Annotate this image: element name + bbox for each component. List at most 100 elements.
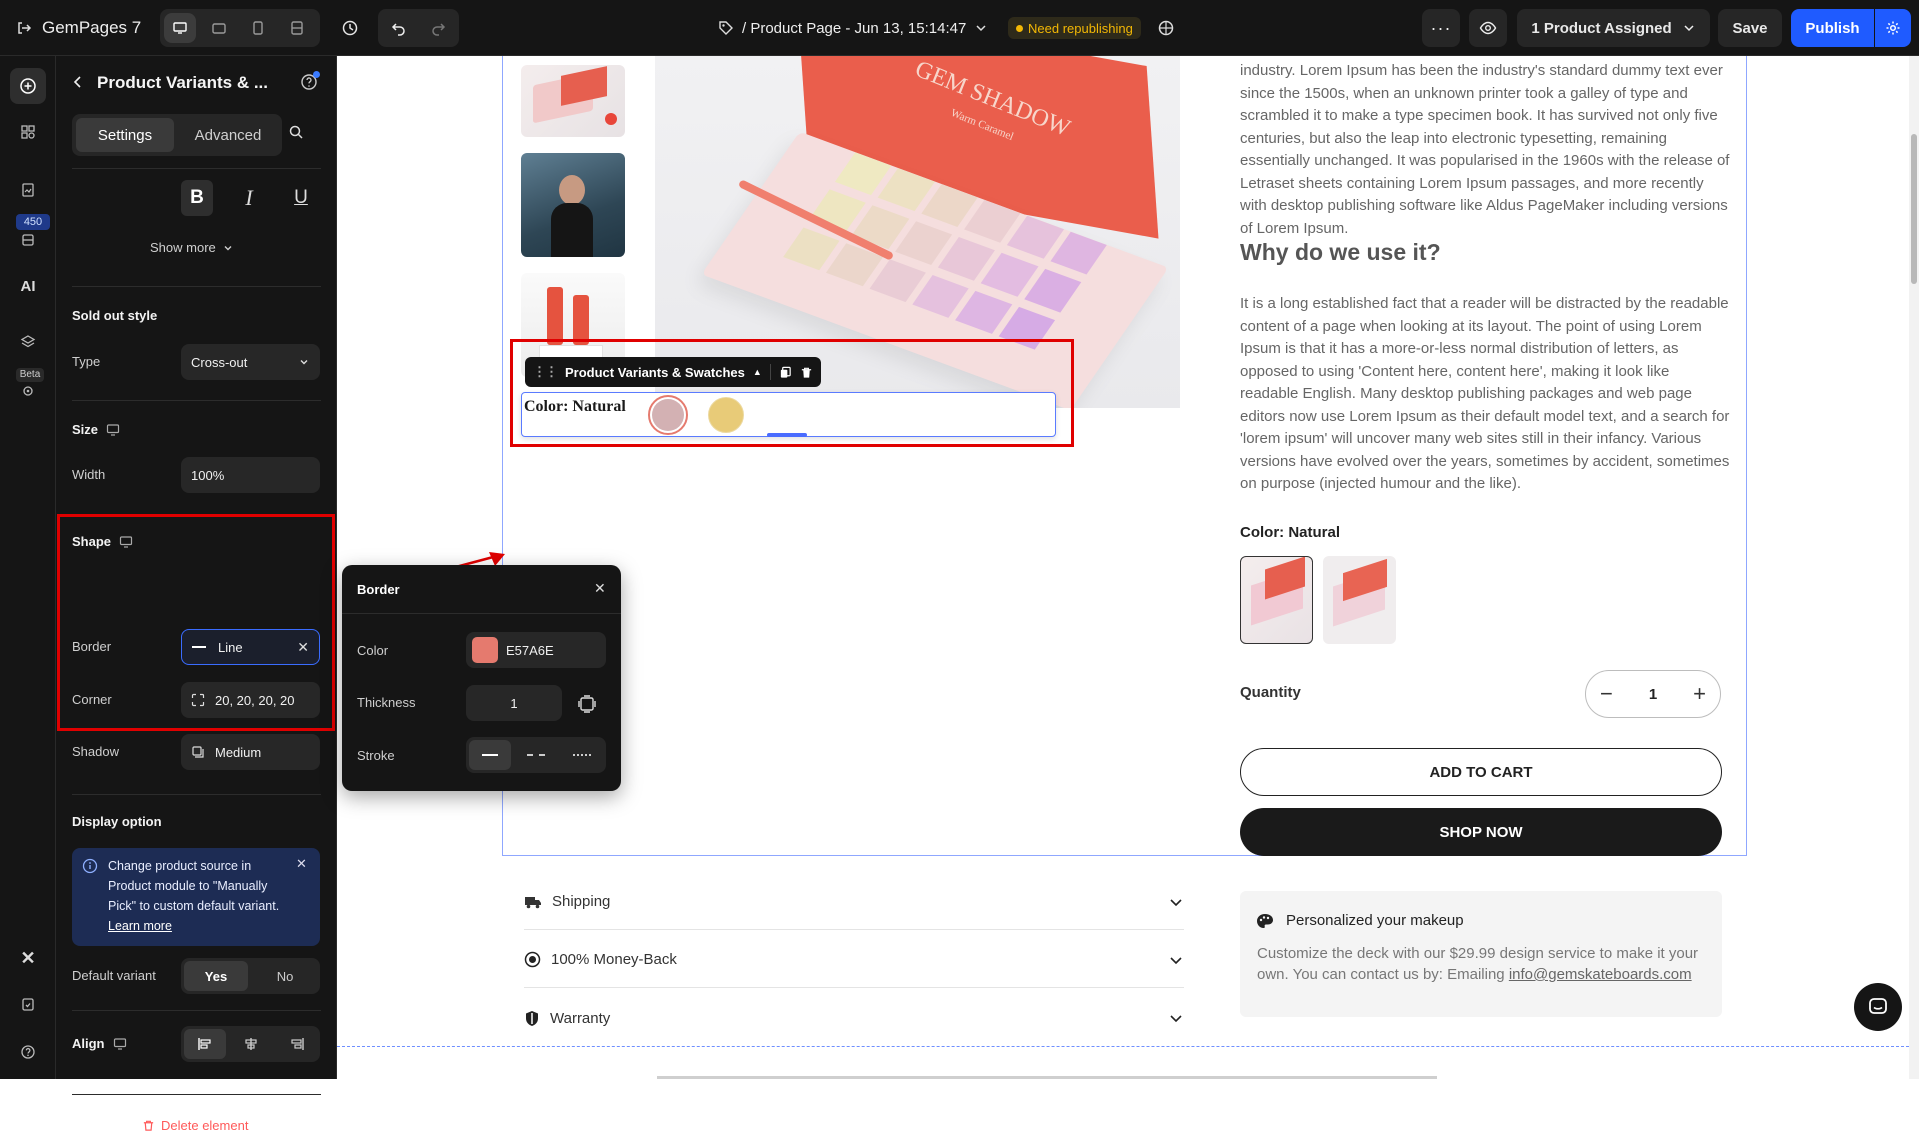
border-sides-icon <box>578 695 596 713</box>
trash-icon[interactable] <box>800 366 813 379</box>
sections-button[interactable] <box>14 118 42 146</box>
undo-button[interactable] <box>382 13 416 43</box>
search-settings-button[interactable] <box>288 124 310 146</box>
color-hex-value[interactable]: E57A6E <box>506 643 554 658</box>
thickness-sides-button[interactable] <box>578 695 596 713</box>
solid-line-icon <box>482 754 498 756</box>
shadow-select[interactable]: Medium <box>181 734 320 770</box>
drag-handle-icon[interactable]: ⋮⋮ <box>533 364 558 380</box>
product-assigned-button[interactable]: 1 Product Assigned <box>1517 9 1710 47</box>
tab-settings[interactable]: Settings <box>76 118 174 152</box>
tab-advanced[interactable]: Advanced <box>178 118 278 152</box>
element-name[interactable]: Product Variants & Swatches <box>565 365 745 380</box>
accordion-shipping[interactable]: Shipping <box>524 874 1184 930</box>
search-icon <box>289 125 303 139</box>
learn-more-link[interactable]: Learn more <box>108 919 172 933</box>
ai-button[interactable]: AI <box>14 272 42 300</box>
canvas-scrollbar[interactable] <box>1909 56 1919 1079</box>
align-right-button[interactable] <box>276 1029 318 1059</box>
why-text: It is a long established fact that a rea… <box>1240 295 1730 492</box>
desktop-view-button[interactable] <box>164 13 196 43</box>
swatch-natural[interactable] <box>648 395 688 435</box>
publish-settings-button[interactable] <box>1875 9 1911 47</box>
swatch-golden[interactable] <box>708 397 744 433</box>
shape-highlight-box <box>57 514 335 731</box>
integrations-button[interactable]: ✕ <box>14 944 42 972</box>
mobile-view-button[interactable] <box>242 13 274 43</box>
left-icon-rail: 450 AI Beta ✕ <box>0 56 56 1079</box>
underline-button[interactable]: U <box>285 180 317 216</box>
product-assigned-text: 1 Product Assigned <box>1531 19 1672 37</box>
divider <box>72 286 321 287</box>
accordion-warranty[interactable]: Warranty <box>524 990 1184 1046</box>
italic-button[interactable]: I <box>233 180 265 216</box>
close-popover-icon[interactable]: ✕ <box>594 580 606 597</box>
custom-view-button[interactable] <box>281 13 313 43</box>
pages-button[interactable] <box>14 176 42 204</box>
width-input[interactable]: 100% <box>181 457 320 493</box>
close-icon[interactable]: ✕ <box>296 856 307 872</box>
delete-element-button[interactable]: Delete element <box>142 1118 248 1133</box>
thickness-input[interactable]: 1 <box>466 685 562 721</box>
brand-name: GemPages 7 <box>42 18 142 37</box>
publish-button[interactable]: Publish <box>1791 9 1874 47</box>
chevron-down-icon <box>1684 25 1694 32</box>
status-badge-text: Need republishing <box>1028 20 1133 36</box>
color-option-label: Color: Natural <box>1240 524 1341 541</box>
shop-now-button[interactable]: SHOP NOW <box>1240 808 1722 856</box>
show-more-button[interactable]: Show more <box>150 240 234 255</box>
variant-image-alt[interactable] <box>1323 556 1396 644</box>
border-color-input[interactable]: E57A6E <box>466 632 606 668</box>
promo-email-link[interactable]: info@gemskateboards.com <box>1509 966 1692 983</box>
help-link-button[interactable] <box>300 71 320 93</box>
history-button[interactable] <box>334 12 366 44</box>
variant-swatches-element[interactable]: Color: Natural <box>521 392 1056 437</box>
device-switcher <box>160 9 320 47</box>
color-swatch[interactable] <box>472 637 498 663</box>
page-title[interactable]: / Product Page - Jun 13, 15:14:47 <box>718 16 988 40</box>
variant-image-natural[interactable] <box>1240 556 1313 644</box>
shadow-value: Medium <box>215 744 262 760</box>
add-to-cart-button[interactable]: ADD TO CART <box>1240 748 1722 796</box>
location-button[interactable] <box>14 378 42 406</box>
quantity-label: Quantity <box>1240 684 1301 701</box>
no-option[interactable]: No <box>253 961 317 991</box>
quantity-value[interactable]: 1 <box>1649 686 1657 703</box>
back-button[interactable] <box>70 74 90 94</box>
scrollbar-thumb[interactable] <box>1911 134 1917 284</box>
chat-button[interactable] <box>1854 983 1902 1031</box>
align-center-button[interactable] <box>230 1029 272 1059</box>
accordion-money-back[interactable]: 100% Money-Back <box>524 932 1184 988</box>
library-button[interactable] <box>14 226 42 254</box>
ai-icon: AI <box>20 277 36 295</box>
add-element-button[interactable] <box>10 68 46 104</box>
help-button[interactable] <box>14 1038 42 1066</box>
checklist-button[interactable] <box>14 990 42 1018</box>
stroke-solid-button[interactable] <box>469 740 511 770</box>
increase-button[interactable]: + <box>1693 681 1706 707</box>
yes-option[interactable]: Yes <box>184 961 248 991</box>
publish-info-button[interactable] <box>1150 12 1182 44</box>
tablet-view-button[interactable] <box>203 13 235 43</box>
undo-redo-group <box>378 9 459 47</box>
resize-handle[interactable] <box>767 433 807 437</box>
layers-button[interactable] <box>14 328 42 356</box>
redo-button[interactable] <box>421 13 455 43</box>
caret-up-icon[interactable]: ▲ <box>753 367 762 377</box>
stroke-dotted-button[interactable] <box>561 740 603 770</box>
stroke-dashed-button[interactable] <box>515 740 557 770</box>
save-button[interactable]: Save <box>1718 9 1782 47</box>
bold-button[interactable]: B <box>181 180 213 216</box>
clock-icon <box>342 20 358 36</box>
type-select[interactable]: Cross-out <box>181 344 320 380</box>
product-thumbnail-palette[interactable] <box>521 65 625 137</box>
duplicate-icon[interactable] <box>779 366 792 379</box>
product-thumbnail-model[interactable] <box>521 153 625 257</box>
decrease-button[interactable]: − <box>1600 681 1613 707</box>
back-to-dashboard[interactable]: GemPages 7 <box>16 16 141 40</box>
preview-button[interactable] <box>1469 9 1507 47</box>
more-options-button[interactable]: ··· <box>1422 9 1460 47</box>
default-variant-toggle: Yes No <box>181 958 320 994</box>
align-left-button[interactable] <box>184 1029 226 1059</box>
shield-icon <box>526 1010 538 1026</box>
